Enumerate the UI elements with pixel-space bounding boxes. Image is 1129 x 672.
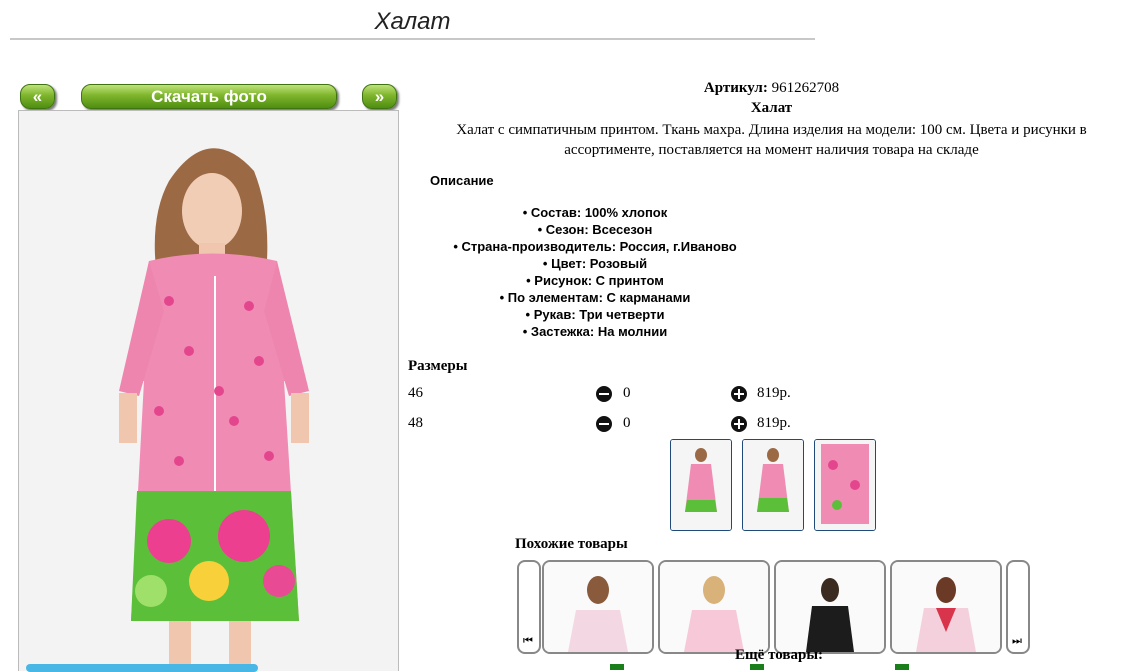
more-products-link[interactable]: [895, 664, 909, 670]
quantity-value: 0: [623, 385, 631, 401]
similar-product-card[interactable]: [890, 560, 1002, 654]
size-row: 48 0 819р.: [408, 415, 808, 437]
property-item: Сезон: Всесезон: [410, 221, 780, 238]
plus-icon[interactable]: [731, 386, 747, 402]
size-value: 46: [408, 385, 423, 401]
more-products-heading: Ещё товары:: [735, 647, 824, 663]
photo-thumbnail[interactable]: [814, 439, 876, 531]
similar-product-card[interactable]: [542, 560, 654, 654]
article-label: Артикул:: [703, 80, 768, 96]
scroll-indicator: [26, 664, 258, 672]
main-product-photo[interactable]: [18, 110, 399, 671]
next-photo-button[interactable]: »: [362, 84, 397, 109]
price-value: 819р.: [757, 415, 791, 431]
minus-icon[interactable]: [596, 416, 612, 432]
sizes-heading: Размеры: [408, 358, 468, 374]
similar-product-card[interactable]: [774, 560, 886, 654]
similar-product-card[interactable]: [658, 560, 770, 654]
carousel-prev-button[interactable]: ⏮: [517, 560, 541, 654]
step-back-icon: ⏮: [523, 634, 533, 647]
title-divider: [10, 38, 815, 40]
product-description: Халат с симпатичным принтом. Ткань махра…: [456, 122, 1087, 158]
property-list: Состав: 100% хлопок Сезон: Всесезон Стра…: [410, 204, 780, 340]
page-title: Халат: [374, 8, 451, 35]
more-products-link[interactable]: [750, 664, 764, 670]
size-row: 46 0 819р.: [408, 385, 808, 407]
quantity-value: 0: [623, 415, 631, 431]
minus-icon[interactable]: [596, 386, 612, 402]
download-photo-button[interactable]: Скачать фото: [81, 84, 337, 109]
article-line: Артикул: 961262708: [430, 80, 1113, 97]
property-item: Состав: 100% хлопок: [410, 204, 780, 221]
description-heading: Описание: [430, 173, 494, 188]
product-name: Халат: [750, 100, 793, 116]
price-value: 819р.: [757, 385, 791, 401]
similar-products-heading: Похожие товары: [515, 536, 628, 552]
article-value: 961262708: [771, 80, 840, 96]
property-item: Страна-производитель: Россия, г.Иваново: [410, 238, 780, 255]
size-value: 48: [408, 415, 423, 431]
photo-thumbnail[interactable]: [670, 439, 732, 531]
property-item: Цвет: Розовый: [410, 255, 780, 272]
prev-photo-button[interactable]: «: [20, 84, 55, 109]
step-forward-icon: ⏭: [1012, 634, 1022, 647]
photo-thumbnail[interactable]: [742, 439, 804, 531]
plus-icon[interactable]: [731, 416, 747, 432]
property-item: Застежка: На молнии: [410, 323, 780, 340]
property-item: По элементам: С карманами: [410, 289, 780, 306]
property-item: Рукав: Три четверти: [410, 306, 780, 323]
more-products-link[interactable]: [610, 664, 624, 670]
property-item: Рисунок: С принтом: [410, 272, 780, 289]
carousel-next-button[interactable]: ⏭: [1006, 560, 1030, 654]
